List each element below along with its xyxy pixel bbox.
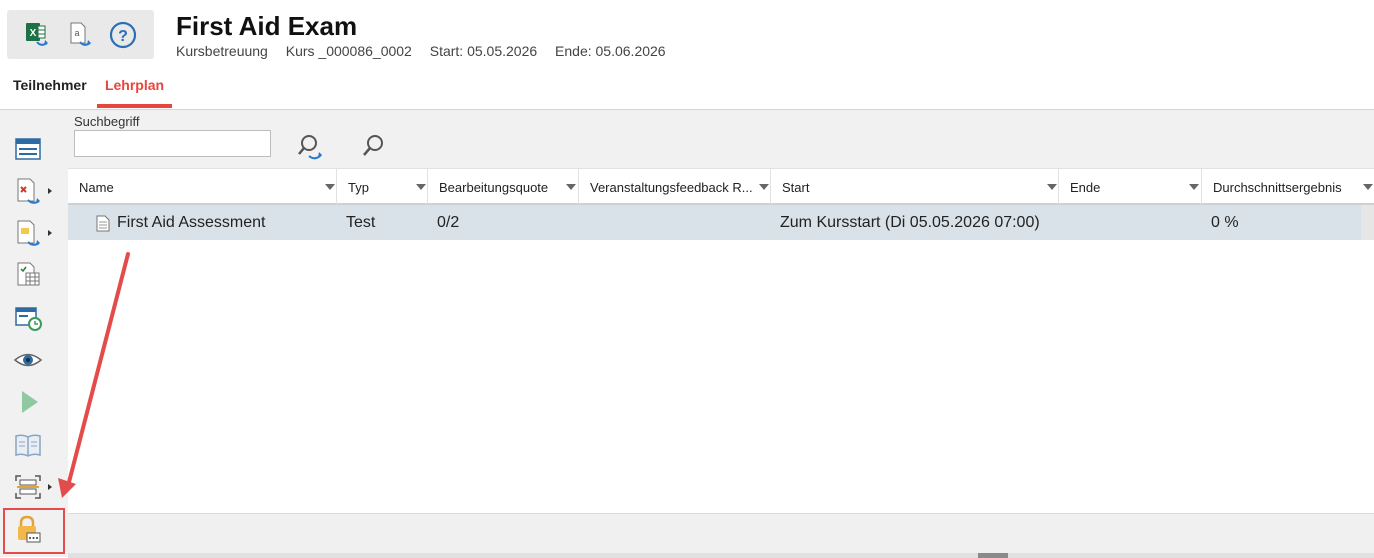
sidebar-toolbar <box>0 110 68 557</box>
column-menu-icon[interactable] <box>1047 184 1057 190</box>
search-icon[interactable] <box>359 132 389 162</box>
curriculum-grid: Name Typ Bearbeitungsquote Veranstaltung… <box>68 168 1374 513</box>
column-header-feedback[interactable]: Veranstaltungsfeedback R... <box>579 169 771 204</box>
tab-lehrplan[interactable]: Lehrplan <box>97 76 172 108</box>
column-label: Durchschnittsergebnis <box>1213 180 1342 195</box>
column-header-durchschnitt[interactable]: Durchschnittsergebnis <box>1202 169 1374 204</box>
cell-start: Zum Kursstart (Di 05.05.2026 07:00) <box>780 214 1040 231</box>
search-label: Suchbegriff <box>74 114 140 129</box>
schedule-icon[interactable] <box>12 260 44 290</box>
cell-durchschnitt: 0 % <box>1211 214 1239 231</box>
help-icon[interactable]: ? <box>108 20 138 50</box>
dropdown-arrow-icon[interactable] <box>48 484 52 490</box>
list-view-icon[interactable] <box>12 134 44 164</box>
course-start: Start: 05.05.2026 <box>429 43 538 59</box>
column-menu-icon[interactable] <box>1189 184 1199 190</box>
dropdown-arrow-icon[interactable] <box>48 230 52 236</box>
column-menu-icon[interactable] <box>325 184 335 190</box>
column-label: Ende <box>1070 180 1101 195</box>
reset-search-icon[interactable] <box>295 132 325 162</box>
search-input[interactable] <box>74 130 271 157</box>
grid-header: Name Typ Bearbeitungsquote Veranstaltung… <box>68 168 1374 205</box>
search-area: Suchbegriff <box>68 110 1374 168</box>
excel-export-icon[interactable]: X <box>23 20 53 50</box>
tab-teilnehmer[interactable]: Teilnehmer <box>13 76 87 108</box>
cell-name: First Aid Assessment <box>117 214 266 231</box>
svg-text:?: ? <box>118 28 128 45</box>
column-label: Bearbeitungsquote <box>439 180 549 195</box>
column-header-start[interactable]: Start <box>771 169 1059 204</box>
assign-icon[interactable] <box>12 218 44 248</box>
page-title: First Aid Exam <box>176 11 358 41</box>
course-end: Ende: 05.06.2026 <box>555 43 666 59</box>
column-menu-icon[interactable] <box>416 184 426 190</box>
svg-text:X: X <box>30 28 37 39</box>
column-menu-icon[interactable] <box>1363 184 1373 190</box>
column-header-bearbeitungsquote[interactable]: Bearbeitungsquote <box>428 169 579 204</box>
document-export-icon[interactable]: a <box>66 20 96 50</box>
cell-bearbeitungsquote: 0/2 <box>437 214 460 231</box>
remove-user-icon[interactable] <box>12 176 44 206</box>
svg-text:a: a <box>74 28 79 38</box>
book-icon[interactable] <box>12 430 44 460</box>
column-header-typ[interactable]: Typ <box>337 169 428 204</box>
toolbox: X a ? <box>7 10 154 59</box>
horizontal-scrollbar[interactable] <box>68 553 1374 558</box>
scrollbar-thumb[interactable] <box>978 553 1008 558</box>
column-label: Veranstaltungsfeedback R... <box>590 180 753 195</box>
column-header-name[interactable]: Name <box>68 169 337 204</box>
annotation-highlight-box <box>3 508 65 554</box>
kursbetreuung-label: Kursbetreuung <box>176 43 268 59</box>
grid-scrollbar[interactable] <box>1361 205 1374 240</box>
scan-icon[interactable] <box>12 472 44 502</box>
bottom-bar <box>68 513 1374 558</box>
column-label: Start <box>782 180 810 195</box>
column-menu-icon[interactable] <box>566 184 576 190</box>
column-label: Typ <box>348 180 369 195</box>
column-menu-icon[interactable] <box>759 184 769 190</box>
column-label: Name <box>79 180 114 195</box>
eye-icon[interactable] <box>12 345 44 375</box>
header: X a ? First Aid Exam Kursbetreuung Kurs … <box>0 0 1374 110</box>
column-header-ende[interactable]: Ende <box>1059 169 1202 204</box>
document-icon <box>96 215 110 237</box>
course-code: Kurs _000086_0002 <box>285 43 412 59</box>
dropdown-arrow-icon[interactable] <box>48 188 52 194</box>
table-row[interactable]: First Aid Assessment Test 0/2 Zum Kursst… <box>68 205 1361 240</box>
cell-typ: Test <box>346 214 376 231</box>
history-icon[interactable] <box>12 303 44 333</box>
play-icon[interactable] <box>12 387 44 417</box>
course-meta: Kursbetreuung Kurs _000086_0002 Start: 0… <box>176 43 680 59</box>
